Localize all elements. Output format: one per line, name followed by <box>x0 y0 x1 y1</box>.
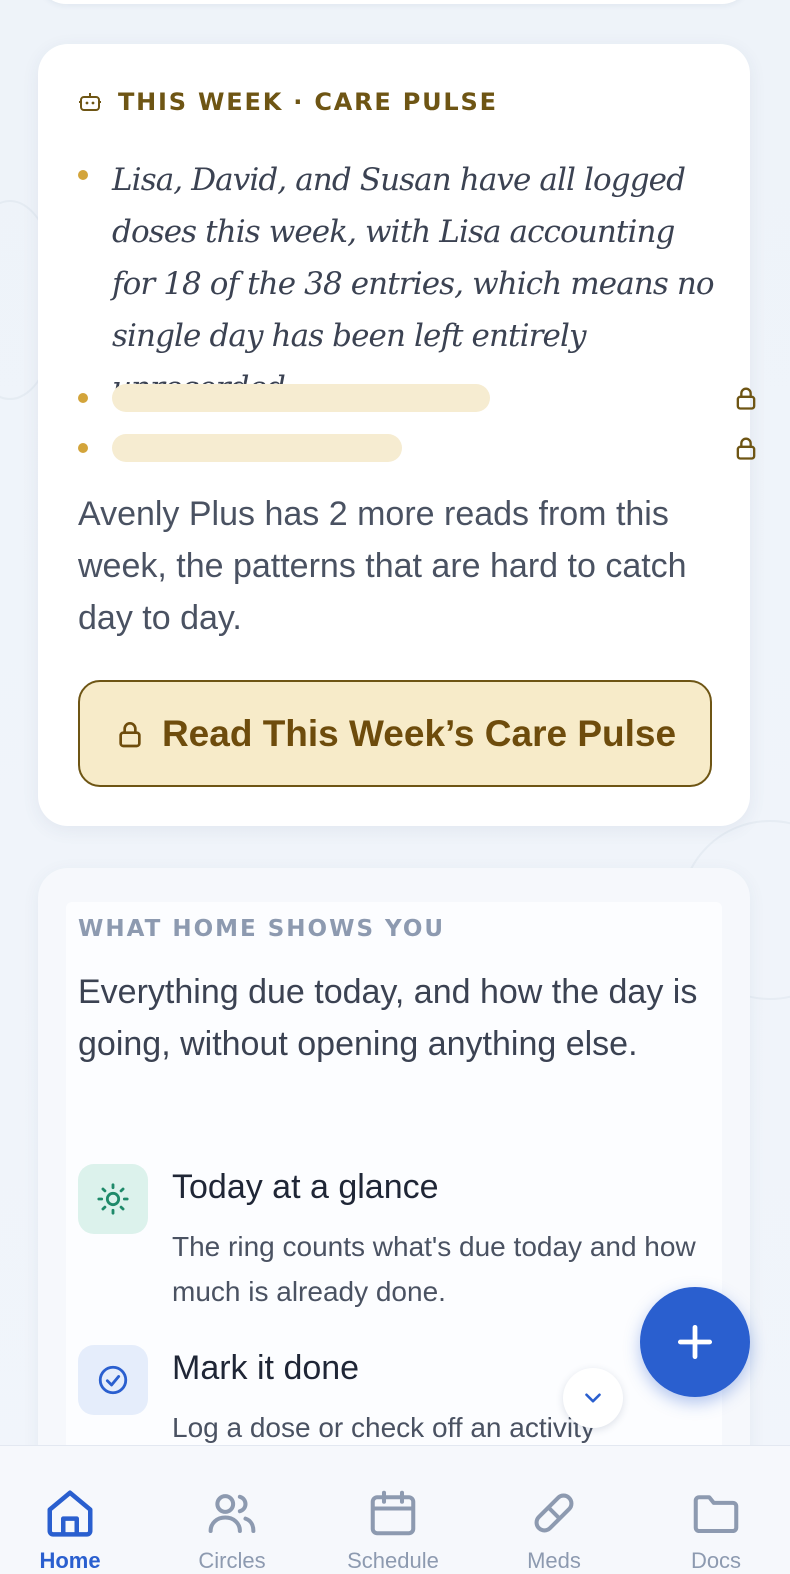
people-icon <box>208 1494 256 1534</box>
tab-label: Schedule <box>347 1548 439 1573</box>
bullet-dot <box>78 393 88 403</box>
read-care-pulse-label: Read This Week’s Care Pulse <box>161 712 677 754</box>
calendar-icon <box>370 1490 416 1536</box>
lock-icon <box>736 387 756 410</box>
tab-label: Circles <box>198 1548 266 1573</box>
tab-label: Home <box>39 1548 101 1573</box>
insight-text: Lisa, David, and Susan have all logged d… <box>112 162 715 406</box>
lock-icon <box>736 437 756 460</box>
feature-title: Today at a glance <box>172 1168 439 1206</box>
home-screen: THIS WEEK · CARE PULSE Lisa, David, and … <box>0 0 790 1574</box>
locked-insight-2 <box>78 434 756 462</box>
tab-label: Docs <box>690 1548 742 1573</box>
home-info-eyebrow: WHAT HOME SHOWS YOU <box>78 916 446 942</box>
scroll-down-button[interactable] <box>563 1368 623 1428</box>
home-icon <box>47 1490 93 1537</box>
pill-icon <box>534 1493 574 1533</box>
tab-meds[interactable]: Meds <box>494 1486 614 1574</box>
add-button[interactable] <box>640 1287 750 1397</box>
chevron-down-icon <box>585 1393 601 1403</box>
tab-circles[interactable]: Circles <box>172 1486 292 1574</box>
care-pulse-title: THIS WEEK · CARE PULSE <box>118 88 498 116</box>
lock-icon <box>119 721 141 747</box>
plus-icon <box>677 1324 713 1360</box>
previous-card-edge <box>38 0 750 4</box>
locked-insight-1 <box>78 384 756 412</box>
check-circle-icon <box>78 1345 148 1415</box>
bullet-dot <box>78 170 88 180</box>
upsell-text: Avenly Plus has 2 more reads from this w… <box>78 495 687 637</box>
tab-label: Meds <box>527 1548 581 1573</box>
robot-icon <box>79 93 101 111</box>
home-info-lead: Everything due today, and how the day is… <box>78 973 698 1063</box>
bullet-dot <box>78 443 88 453</box>
care-pulse-card: THIS WEEK · CARE PULSE Lisa, David, and … <box>38 44 756 826</box>
tab-home[interactable]: Home <box>10 1486 130 1574</box>
insight-item: Lisa, David, and Susan have all logged d… <box>78 154 718 414</box>
care-pulse-header: THIS WEEK · CARE PULSE <box>78 88 498 116</box>
bottom-tab-bar: Home Circles Schedule Meds Docs <box>0 1445 790 1574</box>
read-care-pulse-button[interactable]: Read This Week’s Care Pulse <box>78 680 712 787</box>
tab-docs[interactable]: Docs <box>656 1486 776 1574</box>
redacted-bar <box>112 434 402 462</box>
tab-schedule[interactable]: Schedule <box>333 1486 453 1574</box>
feature-description: Log a dose or check off an activity <box>172 1412 595 1443</box>
redacted-bar <box>112 384 490 412</box>
feature-title: Mark it done <box>172 1349 360 1387</box>
folder-icon <box>693 1495 739 1534</box>
sun-icon <box>78 1164 148 1234</box>
feature-description: The ring counts what's due today and how… <box>172 1231 696 1307</box>
